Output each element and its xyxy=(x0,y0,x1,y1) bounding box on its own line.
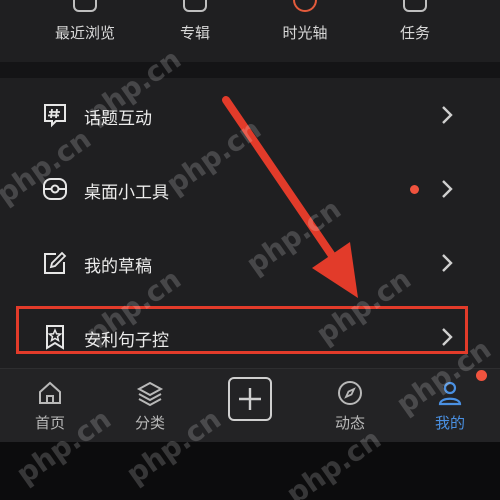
tab-label: 动态 xyxy=(334,414,365,432)
tab-feed[interactable]: 动态 xyxy=(300,369,400,443)
album-icon xyxy=(183,0,207,12)
chevron-right-icon xyxy=(442,180,453,198)
draft-icon xyxy=(44,251,67,274)
quick-item-task[interactable]: 任务 xyxy=(360,0,470,62)
home-icon xyxy=(39,381,61,404)
history-icon xyxy=(73,0,97,12)
plus-icon xyxy=(228,377,272,421)
quick-item-label: 专辑 xyxy=(179,24,210,42)
chevron-right-icon xyxy=(442,106,453,124)
quick-item-label: 任务 xyxy=(399,24,430,42)
hashtag-icon xyxy=(44,104,66,128)
quick-item-history[interactable]: 最近浏览 xyxy=(30,0,140,62)
quick-item-label: 时光轴 xyxy=(282,24,328,42)
quick-item-label: 最近浏览 xyxy=(54,24,115,42)
chevron-right-icon xyxy=(442,254,453,272)
section-divider xyxy=(0,62,500,78)
quick-item-timeline[interactable]: 时光轴 xyxy=(250,0,360,62)
layers-icon xyxy=(136,381,164,407)
new-badge-dot xyxy=(410,185,419,194)
compass-icon xyxy=(338,381,362,405)
timeline-icon xyxy=(293,0,317,12)
task-icon xyxy=(403,0,427,12)
menu-item-label: 我的草稿 xyxy=(84,257,152,277)
quick-access-row: 最近浏览 专辑 时光轴 任务 xyxy=(0,0,500,62)
menu-item-label: 桌面小工具 xyxy=(84,183,169,203)
